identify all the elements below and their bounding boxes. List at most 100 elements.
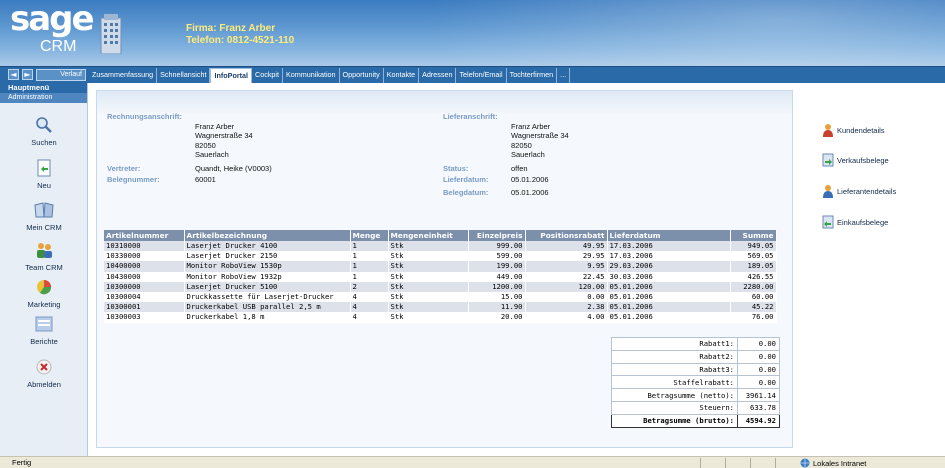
- totals-value: 633.78: [737, 400, 780, 415]
- rechnung-line: Sauerlach: [195, 149, 229, 159]
- table-row[interactable]: 10300003 Druckerkabel 1,8 m 4 Stk 20.00 4.00 0…: [104, 312, 777, 323]
- table-cell: 60.00: [730, 291, 777, 303]
- table-cell: 1: [350, 241, 389, 252]
- totals-row: Betragsumme (netto): 3961.14: [611, 388, 780, 402]
- sidebar-item-suchen[interactable]: Suchen: [0, 116, 88, 147]
- column-header[interactable]: Menge: [350, 230, 389, 241]
- table-row[interactable]: 10300001 Druckerkabel USB parallel 2,5 m4…: [104, 302, 777, 313]
- table-cell: 599.00: [468, 251, 526, 262]
- forward-arrow-icon[interactable]: ►: [22, 69, 33, 80]
- table-cell: 10300003: [104, 312, 185, 323]
- sidebar-item-label: Abmelden: [27, 380, 61, 389]
- column-header[interactable]: Einzelpreis: [468, 230, 526, 241]
- totals-value: 0.00: [737, 375, 780, 390]
- table-cell: Druckerkabel USB parallel 2,5 m: [184, 302, 351, 313]
- table-cell: Druckkassette für Laserjet-Drucker: [184, 291, 351, 303]
- totals-row: Rabatt1: 0.00: [611, 337, 780, 351]
- table-cell: 17.03.2006: [607, 241, 731, 252]
- table-row[interactable]: 10310000 Laserjet Drucker 4100 1 Stk 999.00 4…: [104, 241, 777, 252]
- tab-opportunity[interactable]: Opportunity: [340, 68, 384, 83]
- liefer-line: Franz Arber: [511, 122, 551, 131]
- rechnungsanschrift-value: Franz Arber Wagnerstraße 34 82050 Sauerl…: [195, 122, 253, 159]
- tab-schnellansicht[interactable]: Schnellansicht: [157, 68, 211, 83]
- tab-more[interactable]: ...: [557, 68, 571, 83]
- totals-label: Rabatt1:: [611, 337, 738, 351]
- sidebar-item-marketing[interactable]: Marketing: [0, 278, 88, 309]
- table-cell: 1: [350, 271, 389, 282]
- lieferantendetails-link[interactable]: Lieferantendetails: [821, 184, 896, 198]
- table-cell: 1: [350, 261, 389, 272]
- column-header[interactable]: Summe: [730, 230, 777, 241]
- brand-name: sage: [10, 0, 95, 39]
- table-cell: 10310000: [104, 241, 185, 252]
- column-header[interactable]: Artikelnummer: [104, 230, 185, 241]
- administration-link[interactable]: Administration: [0, 93, 87, 103]
- tab-infoportal[interactable]: InfoPortal: [210, 68, 253, 83]
- table-cell: Monitor RoboView 1932p: [184, 271, 351, 282]
- sidebar-item-team-crm[interactable]: Team CRM: [0, 241, 88, 272]
- vertreter-label: Vertreter:: [107, 164, 141, 173]
- sidebar-item-abmelden[interactable]: Abmelden: [0, 358, 88, 389]
- history-button[interactable]: Verlauf: [36, 69, 86, 81]
- tab-zusammenfassung[interactable]: Zusammenfassung: [89, 68, 158, 83]
- tab-cockpit[interactable]: Cockpit: [252, 68, 283, 83]
- totals-value: 0.00: [737, 349, 780, 364]
- totals-table: Rabatt1: 0.00 Rabatt2: 0.00 Rabatt3: 0.00 Staf…: [611, 337, 780, 428]
- kundendetails-link[interactable]: Kundendetails: [821, 123, 885, 137]
- tab-bar: ◄ ► Verlauf Zusammenfassung Schnellansic…: [0, 66, 945, 83]
- table-row[interactable]: 10300000 Laserjet Drucker 5100 2 Stk 1200.00…: [104, 281, 777, 292]
- einkaufsbelege-link[interactable]: Einkaufsbelege: [821, 215, 888, 229]
- totals-label: Staffelrabatt:: [611, 375, 738, 390]
- table-cell: 29.95: [525, 251, 608, 262]
- main-menu-header[interactable]: Hauptmenü: [0, 83, 87, 93]
- document-arrow-icon: [822, 153, 834, 167]
- sidebar-item-label: Team CRM: [25, 263, 63, 272]
- column-header[interactable]: Positionsrabatt: [525, 230, 608, 241]
- sidebar-item-mein-crm[interactable]: Mein CRM: [0, 201, 88, 232]
- table-cell: 10400000: [104, 261, 185, 272]
- totals-label: Rabatt2:: [611, 349, 738, 364]
- table-cell: 29.03.2006: [607, 261, 731, 272]
- table-row[interactable]: 10330000 Laserjet Drucker 2150 1 Stk 599.00 2…: [104, 251, 777, 262]
- book-icon: [34, 202, 54, 218]
- table-row[interactable]: 10400000 Monitor RoboView 1530p 1 Stk 199.00…: [104, 261, 777, 272]
- table-row[interactable]: 10430000 Monitor RoboView 1932p 1 Stk 449.00…: [104, 271, 777, 282]
- totals-row: Steuern: 633.78: [611, 400, 780, 415]
- column-header[interactable]: Lieferdatum: [607, 230, 731, 241]
- tab-kontakte[interactable]: Kontakte: [384, 68, 420, 83]
- table-cell: 4.00: [525, 312, 608, 323]
- table-cell: 2280.00: [730, 281, 777, 292]
- rechnung-line: Wagnerstraße 34: [195, 131, 253, 141]
- verkaufsbelege-link[interactable]: Verkaufsbelege: [821, 153, 889, 167]
- table-row[interactable]: 10300004 Druckkassette für Laserjet-Druck…: [104, 291, 777, 303]
- line-items-table: Artikelnummer Artikelbezeichnung Menge M…: [104, 230, 777, 323]
- table-cell: Laserjet Drucker 5100: [184, 281, 351, 292]
- link-label: Verkaufsbelege: [837, 155, 889, 165]
- lieferdatum-label: Lieferdatum:: [443, 175, 489, 184]
- tab-telefon-email[interactable]: Telefon/Email: [456, 68, 507, 83]
- liefer-line: Sauerlach: [511, 149, 545, 159]
- status-divider: [725, 458, 726, 468]
- tab-kommunikation[interactable]: Kommunikation: [283, 68, 340, 83]
- totals-label: Steuern:: [611, 400, 738, 415]
- rechnung-line: Franz Arber: [195, 122, 235, 131]
- table-cell: Laserjet Drucker 4100: [184, 241, 351, 252]
- tab-tochterfirmen[interactable]: Tochterfirmen: [507, 68, 558, 83]
- table-cell: 30.03.2006: [607, 271, 731, 282]
- table-cell: 4: [350, 302, 389, 313]
- totals-value: 0.00: [737, 362, 780, 377]
- table-cell: Stk: [388, 261, 469, 272]
- sidebar-item-neu[interactable]: Neu: [0, 159, 88, 190]
- table-cell: 10330000: [104, 251, 185, 262]
- table-header-row: Artikelnummer Artikelbezeichnung Menge M…: [104, 230, 777, 241]
- tab-adressen[interactable]: Adressen: [419, 68, 457, 83]
- sidebar-item-berichte[interactable]: Berichte: [0, 315, 88, 346]
- back-arrow-icon[interactable]: ◄: [8, 69, 19, 80]
- report-icon: [35, 316, 53, 332]
- column-header[interactable]: Artikelbezeichnung: [184, 230, 351, 241]
- table-cell: 449.00: [468, 271, 526, 282]
- table-cell: 1: [350, 251, 389, 262]
- belegnummer-value: 60001: [195, 175, 216, 184]
- column-header[interactable]: Mengeneinheit: [388, 230, 469, 241]
- table-cell: 4: [350, 312, 389, 323]
